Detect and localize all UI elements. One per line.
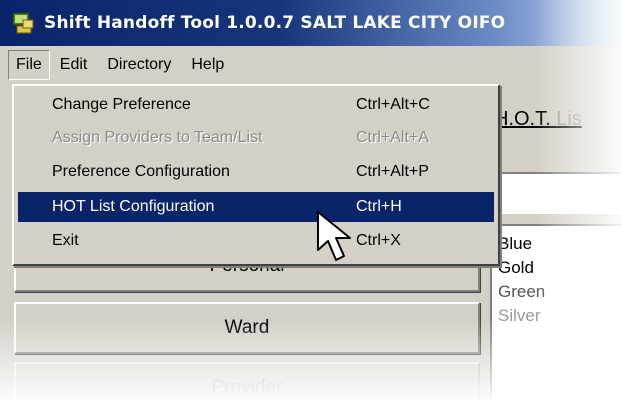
list-item[interactable]: Gold xyxy=(492,256,621,280)
menu-edit[interactable]: Edit xyxy=(50,50,98,80)
menu-item-exit[interactable]: Exit Ctrl+X xyxy=(18,226,494,256)
menu-item-assign-providers: Assign Providers to Team/List Ctrl+Alt+A xyxy=(18,123,494,153)
app-computer-icon xyxy=(10,10,36,36)
menu-item-label: Exit xyxy=(52,232,79,249)
list-item[interactable]: Silver xyxy=(492,304,621,328)
hot-list-label-main: H.O.T. xyxy=(494,108,551,130)
provider-button[interactable]: Provider xyxy=(14,362,480,400)
ward-button[interactable]: Ward xyxy=(14,302,480,354)
app-window: Shift Handoff Tool 1.0.0.7 SALT LAKE CIT… xyxy=(0,0,621,400)
hot-list-label: H.O.T. Lis xyxy=(494,108,582,131)
list-item[interactable]: Blue xyxy=(492,232,621,256)
provider-button-label: Provider xyxy=(211,377,283,398)
menu-help[interactable]: Help xyxy=(181,50,234,80)
menu-directory[interactable]: Directory xyxy=(97,50,181,80)
hot-list-label-faded: Lis xyxy=(556,108,582,130)
file-menu-dropdown: Change Preference Ctrl+Alt+C Assign Prov… xyxy=(12,84,500,266)
menu-item-shortcut: Ctrl+Alt+A xyxy=(356,129,429,146)
menu-item-preference-configuration[interactable]: Preference Configuration Ctrl+Alt+P xyxy=(18,157,494,187)
menu-item-shortcut: Ctrl+Alt+P xyxy=(356,163,429,180)
team-listbox[interactable]: Blue Gold Green Silver xyxy=(490,224,621,400)
list-item[interactable]: Green xyxy=(492,280,621,304)
ward-button-label: Ward xyxy=(224,317,270,338)
menu-item-shortcut: Ctrl+Alt+C xyxy=(356,96,430,113)
menu-item-hot-list-configuration[interactable]: HOT List Configuration Ctrl+H xyxy=(18,192,494,222)
menu-item-label: HOT List Configuration xyxy=(52,198,215,215)
menu-item-change-preference[interactable]: Change Preference Ctrl+Alt+C xyxy=(18,90,494,120)
menu-file[interactable]: File xyxy=(8,50,50,80)
menu-bar: File Edit Directory Help xyxy=(0,46,621,84)
mouse-cursor-icon xyxy=(317,211,351,261)
menu-item-label: Change Preference xyxy=(52,96,191,113)
menu-item-label: Preference Configuration xyxy=(52,163,230,180)
window-title: Shift Handoff Tool 1.0.0.7 SALT LAKE CIT… xyxy=(44,13,506,33)
hot-list-combo[interactable] xyxy=(490,172,621,214)
menu-item-label: Assign Providers to Team/List xyxy=(52,129,263,146)
title-bar[interactable]: Shift Handoff Tool 1.0.0.7 SALT LAKE CIT… xyxy=(0,0,621,46)
